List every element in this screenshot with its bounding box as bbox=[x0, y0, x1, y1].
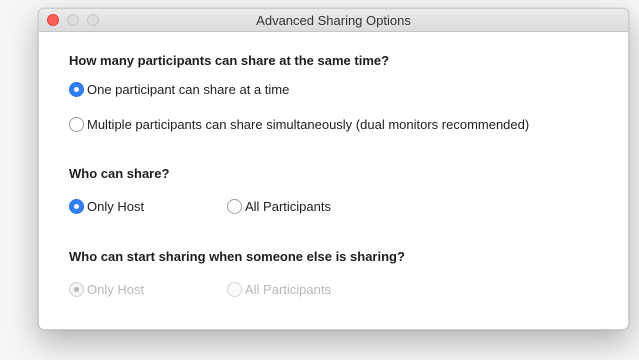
option-multiple-participants[interactable]: Multiple participants can share simultan… bbox=[69, 117, 529, 132]
advanced-sharing-options-window: Advanced Sharing Options How many partic… bbox=[38, 8, 629, 330]
radio-unselected-icon[interactable] bbox=[227, 199, 242, 214]
option-who-can-share-all-participants[interactable]: All Participants bbox=[227, 199, 331, 214]
option-label: Multiple participants can share simultan… bbox=[87, 117, 530, 132]
option-label: All Participants bbox=[245, 282, 331, 297]
section-title-start-sharing-while-sharing: Who can start sharing when someone else … bbox=[69, 249, 405, 264]
option-who-can-share-only-host[interactable]: Only Host bbox=[69, 199, 144, 214]
radio-unselected-icon[interactable] bbox=[69, 117, 84, 132]
option-start-sharing-only-host: Only Host bbox=[69, 282, 144, 297]
option-label: One participant can share at a time bbox=[87, 82, 290, 97]
radio-unselected-disabled-icon bbox=[227, 282, 242, 297]
option-label: All Participants bbox=[245, 199, 331, 214]
radio-selected-icon[interactable] bbox=[69, 199, 84, 214]
title-bar[interactable]: Advanced Sharing Options bbox=[39, 9, 628, 32]
radio-selected-icon[interactable] bbox=[69, 82, 84, 97]
window-title: Advanced Sharing Options bbox=[256, 13, 411, 28]
option-label: Only Host bbox=[87, 199, 145, 214]
section-title-concurrent-shares: How many participants can share at the s… bbox=[69, 53, 390, 68]
option-start-sharing-all-participants: All Participants bbox=[227, 282, 331, 297]
option-one-participant[interactable]: One participant can share at a time bbox=[69, 82, 289, 97]
section-title-who-can-share: Who can share? bbox=[69, 166, 170, 181]
radio-selected-disabled-icon bbox=[69, 282, 84, 297]
option-label: Only Host bbox=[87, 282, 145, 297]
